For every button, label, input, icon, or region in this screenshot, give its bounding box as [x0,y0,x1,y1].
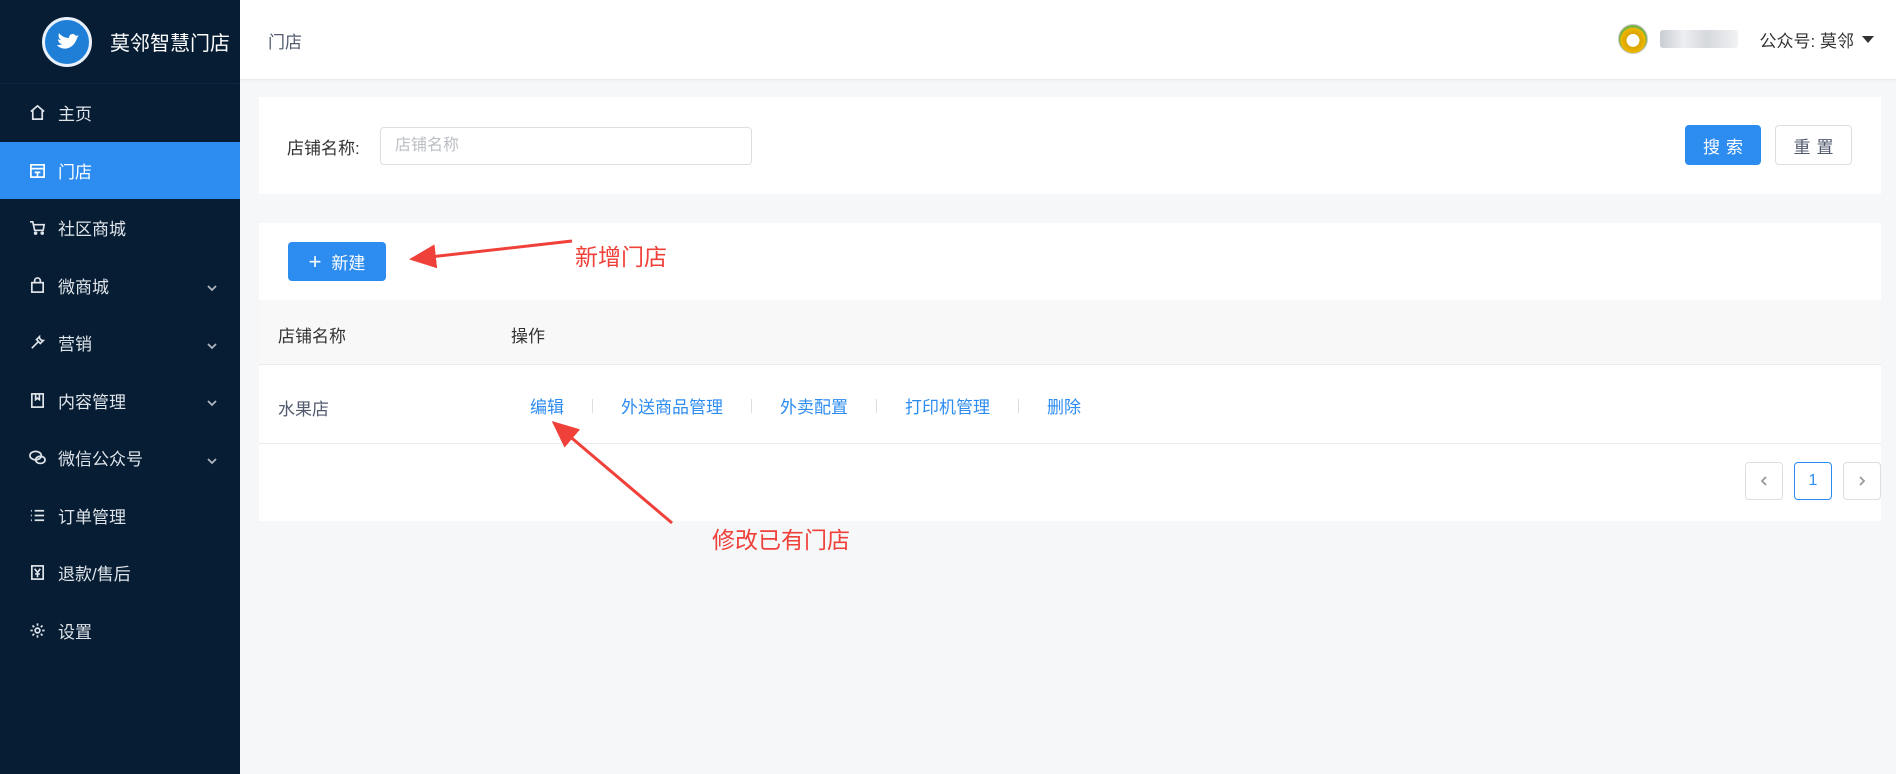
action-divider [876,398,877,413]
wrench-icon [28,334,46,352]
sidebar: 莫邻智慧门店 主页 门店 社区商城 微商城 营销 内容管理 微信公众号 订单管理… [0,0,240,774]
sidebar-item-refund[interactable]: 退款/售后 [0,544,240,602]
sidebar-item-label: 订单管理 [58,507,126,527]
list-icon [28,506,46,524]
home-icon [28,104,46,122]
pagination: 1 [1745,462,1881,500]
annotation-edit-store: 修改已有门店 [712,527,850,553]
brand: 莫邻智慧门店 [0,0,240,84]
new-store-button[interactable]: + 新建 [288,242,386,281]
sidebar-item-label: 主页 [58,105,92,125]
sidebar-item-settings[interactable]: 设置 [0,602,240,660]
wechat-icon [28,449,46,467]
page-number-button[interactable]: 1 [1794,462,1832,500]
sidebar-item-label: 内容管理 [58,392,126,412]
sidebar-item-label: 营销 [58,335,92,355]
sidebar-menu: 主页 门店 社区商城 微商城 营销 内容管理 微信公众号 订单管理 退款/售后 … [0,84,240,659]
account-switcher[interactable]: 公众号: 莫邻 [1617,24,1874,54]
refund-icon [28,564,46,582]
store-name-label: 店铺名称: [287,139,360,158]
printer-manage-link[interactable]: 打印机管理 [905,393,990,418]
store-table-panel: + 新建 店铺名称 操作 水果店 编辑 外送商品管理 外卖配置 打印机管理 删除… [259,223,1881,521]
chevron-down-icon [206,337,218,350]
delivery-goods-link[interactable]: 外送商品管理 [621,393,723,418]
chevron-down-icon [206,279,218,292]
caret-down-icon[interactable] [1862,35,1874,43]
column-header-actions: 操作 [511,327,545,346]
sidebar-item-micro-mall[interactable]: 微商城 [0,257,240,315]
reset-button[interactable]: 重置 [1775,125,1852,165]
sidebar-item-marketing[interactable]: 营销 [0,314,240,372]
takeout-config-link[interactable]: 外卖配置 [780,393,848,418]
bag-icon [28,276,46,294]
action-divider [1018,398,1019,413]
document-icon [28,391,46,409]
sidebar-item-home[interactable]: 主页 [0,84,240,142]
avatar[interactable] [1617,24,1648,54]
sidebar-item-orders[interactable]: 订单管理 [0,487,240,545]
sidebar-item-wechat[interactable]: 微信公众号 [0,429,240,487]
chevron-down-icon [206,394,218,407]
action-divider [751,398,752,413]
sidebar-item-label: 微商城 [58,277,109,297]
plus-icon: + [308,248,322,274]
brand-title: 莫邻智慧门店 [110,33,230,55]
chevron-right-icon [1859,476,1866,486]
sidebar-item-label: 退款/售后 [58,565,131,585]
chevron-left-icon [1760,476,1767,486]
delete-link[interactable]: 删除 [1047,393,1081,418]
sidebar-item-label: 设置 [58,622,92,642]
new-store-button-label: 新建 [331,254,366,273]
sidebar-item-store[interactable]: 门店 [0,141,240,199]
chevron-down-icon [206,452,218,465]
gear-icon [28,621,46,639]
breadcrumb: 门店 [268,33,302,52]
edit-link[interactable]: 编辑 [530,393,564,418]
store-name-search-input[interactable] [380,127,752,165]
search-button[interactable]: 搜索 [1685,125,1761,165]
prev-page-button[interactable] [1745,462,1783,500]
store-icon [28,161,46,179]
column-header-store-name: 店铺名称 [278,327,346,346]
sidebar-item-label: 微信公众号 [58,450,143,470]
annotation-new-store: 新增门店 [575,244,667,270]
sidebar-item-label: 门店 [58,162,92,182]
table-row: 水果店 编辑 外送商品管理 外卖配置 打印机管理 删除 [259,365,1881,444]
account-label[interactable]: 公众号: 莫邻 [1760,27,1854,52]
top-header: 门店 公众号: 莫邻 [240,0,1896,80]
search-panel: 店铺名称: 搜索 重置 [259,97,1881,194]
table-header: 店铺名称 操作 [259,300,1881,365]
row-actions: 编辑 外送商品管理 外卖配置 打印机管理 删除 [530,393,1081,418]
store-name-cell: 水果店 [278,400,329,419]
sidebar-item-community-mall[interactable]: 社区商城 [0,199,240,257]
bird-logo-icon [42,16,92,67]
sidebar-item-label: 社区商城 [58,220,126,240]
redacted-username [1659,30,1738,48]
sidebar-item-content[interactable]: 内容管理 [0,372,240,430]
next-page-button[interactable] [1843,462,1881,500]
action-divider [592,398,593,413]
cart-icon [28,219,46,237]
